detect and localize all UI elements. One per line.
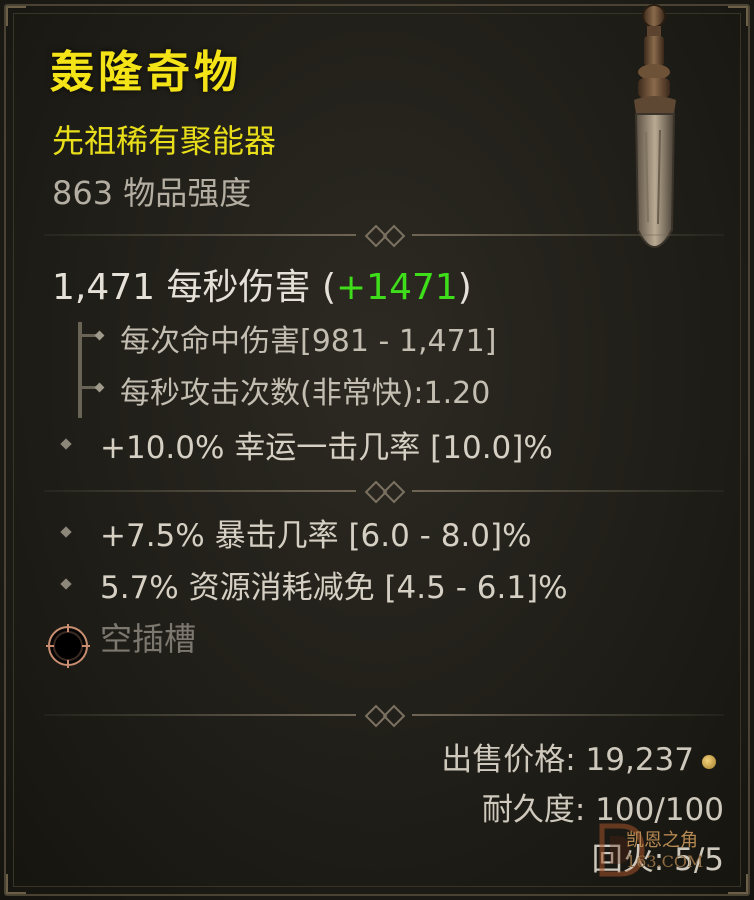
frame-corner [6,6,26,26]
dps-line: 1,471 每秒伤害 (+1471) [52,258,472,310]
item-name: 轰隆奇物 [50,47,242,98]
gold-coin-icon [702,754,716,769]
frame-corner [728,874,748,894]
item-power: 863 物品强度 [52,174,252,212]
attack-speed: 每秒攻击次数(非常快):1.20 [120,376,491,411]
affix-resource: 5.7% 资源消耗减免 [4.5 - 6.1]% [100,570,568,606]
dps-value: 1,471 每秒伤害 ( [52,267,336,308]
dps-bonus: +1471 [336,267,458,308]
sell-price-label: 出售价格: [441,742,576,778]
frame-corner [6,874,26,894]
divider [44,704,724,728]
item-type: 先祖稀有聚能器 [52,122,277,160]
affix-crit: +7.5% 暴击几率 [6.0 - 8.0]% [100,518,532,554]
affix-lucky-hit: +10.0% 幸运一击几率 [10.0]% [100,430,553,466]
empty-socket-icon [46,624,90,668]
dps-close: ) [457,267,472,308]
divider [44,224,724,248]
durability-label: 耐久度: [481,792,586,828]
sell-price-value: 19,237 [585,742,694,778]
divider [44,480,724,504]
frame-corner [728,6,748,26]
item-tooltip: 轰隆奇物 先祖稀有聚能器 863 物品强度 1,471 每秒伤害 (+1471)… [0,0,754,900]
damage-per-hit: 每次命中伤害[981 - 1,471] [120,324,497,359]
sell-price-row: 出售价格: 19,237 [441,734,716,779]
socket-label: 空插槽 [100,620,197,658]
watermark-text: 凯恩之角 [626,830,698,851]
item-focus-icon [634,4,676,248]
watermark-sub: 163.COM [626,852,704,871]
